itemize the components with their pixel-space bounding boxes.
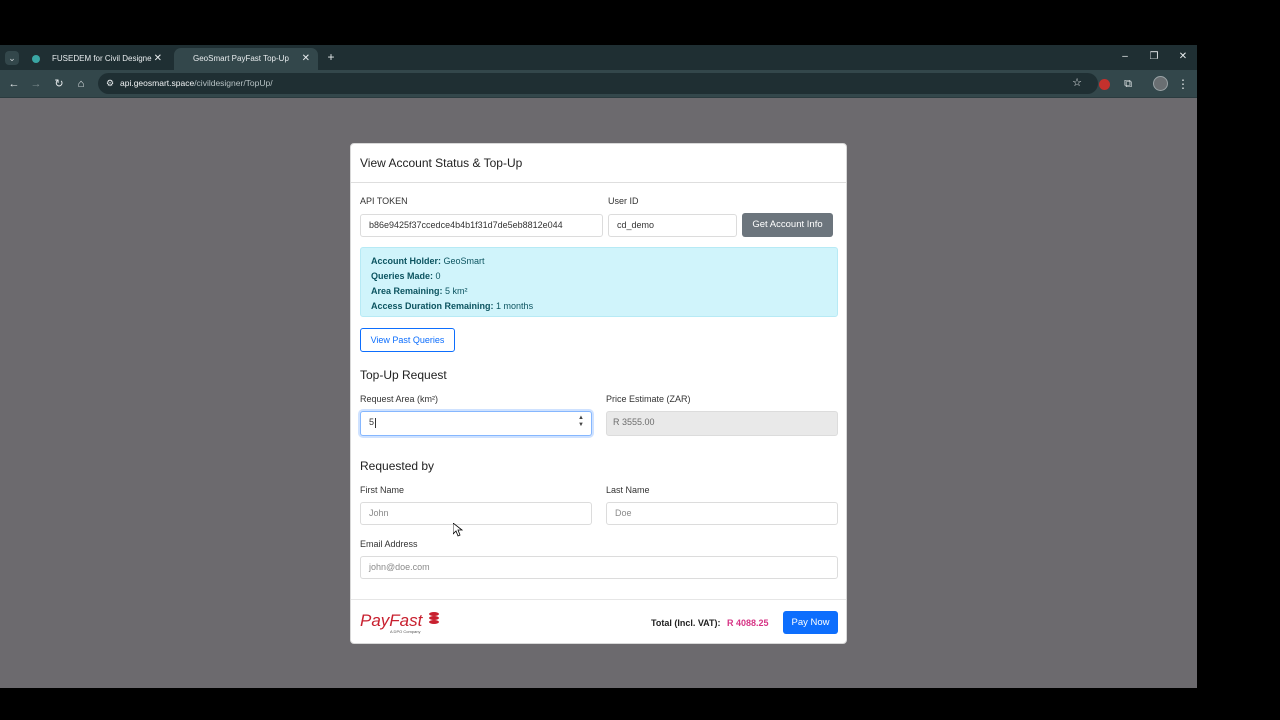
topup-card: View Account Status & Top-Up API TOKEN b… <box>350 143 847 644</box>
topup-heading: Top-Up Request <box>360 368 447 382</box>
payfast-logo: PayFast A DPO Company <box>360 611 439 634</box>
access-duration-row: Access Duration Remaining: 1 months <box>371 299 827 314</box>
tab-fusedem[interactable]: FUSEDEM for Civil Designer - G ✕ <box>24 48 170 70</box>
tab-bar: ⌄ FUSEDEM for Civil Designer - G ✕ GeoSm… <box>0 45 1197 70</box>
requested-by-heading: Requested by <box>360 459 435 473</box>
area-remaining-row: Area Remaining: 5 km² <box>371 284 827 299</box>
user-id-input[interactable]: cd_demo <box>608 214 737 237</box>
email-input[interactable]: john@doe.com <box>360 556 838 579</box>
payfast-logo-text: PayFast <box>360 611 424 630</box>
home-icon[interactable]: ⌂ <box>74 77 88 91</box>
tab-title: FUSEDEM for Civil Designer - G <box>52 54 152 63</box>
request-area-label: Request Area (km²) <box>360 394 439 404</box>
queries-made-value: 0 <box>435 271 441 281</box>
account-holder-value: GeoSmart <box>443 256 485 266</box>
url-host: api.geosmart.space <box>120 78 195 88</box>
price-estimate-field: R 3555.00 <box>606 411 838 436</box>
tab-geosmart-topup[interactable]: GeoSmart PayFast Top-Up ✕ <box>174 48 318 70</box>
extension-icon[interactable] <box>1099 79 1110 90</box>
forward-arrow-icon[interactable]: → <box>29 77 43 91</box>
last-name-input[interactable]: Doe <box>606 502 838 525</box>
browser-menu-icon[interactable]: ⋮ <box>1177 77 1189 91</box>
request-area-input[interactable]: 5 ▲ ▼ <box>360 411 592 436</box>
last-name-label: Last Name <box>606 485 650 495</box>
browser-window: ⌄ FUSEDEM for Civil Designer - G ✕ GeoSm… <box>0 45 1197 688</box>
window-close-icon[interactable]: ✕ <box>1175 50 1191 64</box>
mouse-cursor-icon <box>453 523 463 537</box>
pay-now-button[interactable]: Pay Now <box>783 611 838 634</box>
api-token-input[interactable]: b86e9425f37ccedce4b4b1f31d7de5eb8812e044 <box>360 214 603 237</box>
card-header: View Account Status & Top-Up <box>351 144 846 183</box>
restore-icon[interactable]: ❐ <box>1146 50 1162 64</box>
user-id-label: User ID <box>608 196 639 206</box>
screen: ⌄ FUSEDEM for Civil Designer - G ✕ GeoSm… <box>0 0 1280 720</box>
extensions-puzzle-icon[interactable]: ⧉ <box>1121 77 1135 91</box>
reload-icon[interactable]: ↻ <box>52 77 66 91</box>
browser-toolbar: ← → ↻ ⌂ ⚙ api.geosmart.space/civildesign… <box>0 70 1197 98</box>
total-label: Total (Incl. VAT): <box>651 618 721 628</box>
text-caret <box>375 417 377 428</box>
access-duration-value: 1 months <box>496 301 534 311</box>
profile-avatar[interactable] <box>1153 76 1168 91</box>
total-value: R 4088.25 <box>727 618 769 628</box>
queries-made-key: Queries Made: <box>371 271 434 281</box>
tab-title: GeoSmart PayFast Top-Up <box>193 54 289 63</box>
payfast-logo-sub: A DPO Company <box>390 629 420 634</box>
tab-search-chevron-icon[interactable]: ⌄ <box>5 51 19 65</box>
bookmark-star-icon[interactable]: ☆ <box>1072 76 1082 89</box>
account-holder-row: Account Holder: GeoSmart <box>371 254 827 269</box>
get-account-info-button[interactable]: Get Account Info <box>742 213 833 237</box>
address-bar[interactable]: ⚙ api.geosmart.space/civildesigner/TopUp… <box>98 73 1098 94</box>
queries-made-row: Queries Made: 0 <box>371 269 827 284</box>
back-arrow-icon[interactable]: ← <box>7 77 21 91</box>
new-tab-plus-icon[interactable]: + <box>324 50 338 64</box>
api-token-label: API TOKEN <box>360 196 408 206</box>
url-text: api.geosmart.space/civildesigner/TopUp/ <box>120 73 273 94</box>
first-name-input[interactable]: John <box>360 502 592 525</box>
access-duration-key: Access Duration Remaining: <box>371 301 494 311</box>
account-holder-key: Account Holder: <box>371 256 442 266</box>
first-name-label: First Name <box>360 485 405 495</box>
request-area-value: 5 <box>369 417 375 427</box>
number-spinner-icon[interactable]: ▲ ▼ <box>577 415 585 430</box>
account-status-alert: Account Holder: GeoSmart Queries Made: 0… <box>360 247 838 317</box>
price-estimate-label: Price Estimate (ZAR) <box>606 394 691 404</box>
footer-divider <box>351 599 846 600</box>
minimize-icon[interactable]: – <box>1117 50 1133 64</box>
favicon-icon <box>32 55 40 63</box>
area-remaining-key: Area Remaining: <box>371 286 443 296</box>
page-title: View Account Status & Top-Up <box>360 156 523 170</box>
email-label: Email Address <box>360 539 418 549</box>
close-tab-icon[interactable]: ✕ <box>302 48 310 70</box>
view-past-queries-button[interactable]: View Past Queries <box>360 328 455 352</box>
area-remaining-value: 5 km² <box>445 286 468 296</box>
site-info-icon[interactable]: ⚙ <box>104 77 116 89</box>
close-tab-icon[interactable]: ✕ <box>154 48 162 70</box>
url-path: /civildesigner/TopUp/ <box>194 78 273 88</box>
